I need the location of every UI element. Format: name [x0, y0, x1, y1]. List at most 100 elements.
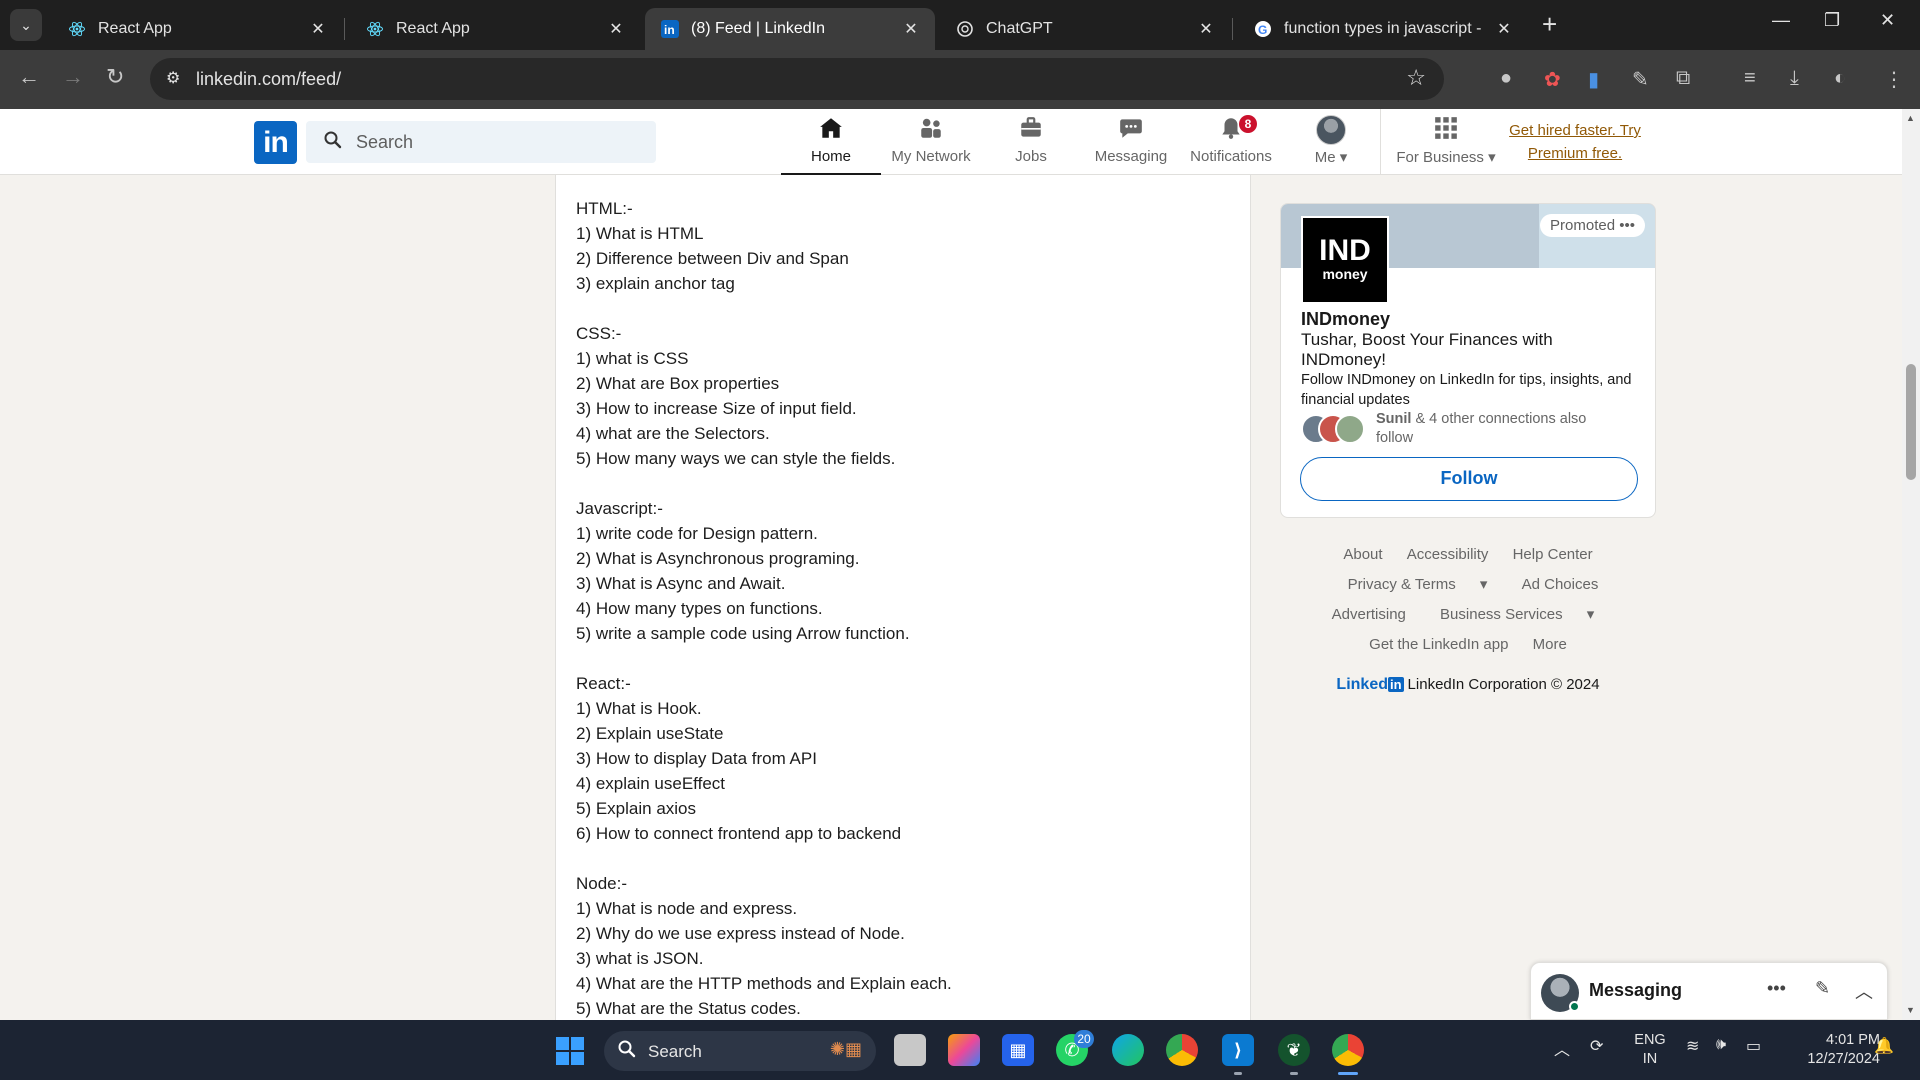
nav-messaging[interactable]: Messaging: [1081, 115, 1181, 175]
back-button[interactable]: ←: [18, 64, 40, 90]
restore-icon: ❐: [1824, 10, 1841, 30]
chrome-icon[interactable]: [1166, 1034, 1198, 1066]
profile-avatar-icon[interactable]: ◐: [1834, 67, 1846, 90]
footer-link-privacy-terms[interactable]: Privacy & Terms ▾: [1338, 576, 1498, 593]
edge-icon[interactable]: [1112, 1034, 1144, 1066]
browser-tab[interactable]: React App ✕: [52, 8, 342, 50]
url-text[interactable]: linkedin.com/feed/: [196, 69, 341, 90]
new-tab-button[interactable]: +: [1542, 11, 1557, 37]
follow-button[interactable]: Follow: [1300, 457, 1638, 501]
site-settings-icon[interactable]: ⚙: [166, 68, 180, 88]
download-icon[interactable]: ⤓: [1790, 67, 1799, 90]
reading-list-icon[interactable]: ≡: [1744, 67, 1756, 90]
footer-link-accessibility[interactable]: Accessibility: [1407, 546, 1489, 563]
chevron-up-icon[interactable]: ︿: [1855, 978, 1873, 1004]
close-icon[interactable]: ✕: [901, 19, 921, 39]
color-extension-icon[interactable]: ✿: [1544, 67, 1561, 92]
task-view-icon[interactable]: [894, 1034, 926, 1066]
more-options-icon[interactable]: •••: [1767, 978, 1786, 999]
scrollbar-thumb[interactable]: [1906, 364, 1916, 480]
nav-notifications[interactable]: 8 Notifications: [1181, 115, 1281, 175]
browser-tab-active[interactable]: in (8) Feed | LinkedIn ✕: [645, 8, 935, 50]
post-text: HTML:- 1) What is HTML 2) Difference betwe…: [576, 196, 1216, 1021]
messaging-overlay[interactable]: Messaging ••• ✎ ︿: [1530, 962, 1888, 1020]
chrome-profile-icon[interactable]: [1332, 1034, 1364, 1066]
windows-start-button[interactable]: [556, 1037, 584, 1065]
browser-tab[interactable]: React App ✕: [350, 8, 640, 50]
react-icon: [68, 20, 86, 38]
taskbar-search[interactable]: Search ✺▦: [604, 1031, 876, 1071]
indmoney-logo[interactable]: IND money: [1301, 216, 1389, 304]
arrow-left-icon: ←: [18, 64, 40, 89]
browser-tab[interactable]: G function types in javascript - Go ✕: [1238, 8, 1528, 50]
close-icon[interactable]: ✕: [1196, 19, 1216, 39]
search-input[interactable]: Search: [306, 121, 656, 163]
footer-link-ad-choices[interactable]: Ad Choices: [1522, 576, 1599, 593]
premium-upsell-link[interactable]: Get hired faster. Try Premium free.: [1500, 119, 1650, 165]
post-line: 1) What is HTML: [576, 224, 704, 243]
forward-button[interactable]: →: [62, 64, 84, 90]
close-icon[interactable]: ✕: [308, 19, 328, 39]
linkedin-logo[interactable]: in: [254, 121, 297, 164]
nav-for-business[interactable]: For Business ▾: [1396, 115, 1496, 175]
scroll-down-arrow-icon[interactable]: ▼: [1906, 1005, 1915, 1015]
taskbar-search-label: Search: [648, 1042, 702, 1061]
close-icon[interactable]: ✕: [606, 19, 626, 39]
footer-link-advertising[interactable]: Advertising: [1332, 606, 1406, 623]
tab-search-button[interactable]: ⌄: [10, 9, 42, 41]
footer-link-about[interactable]: About: [1343, 546, 1382, 563]
caret-down-icon: ▾: [1586, 606, 1595, 623]
plus-icon: +: [1542, 9, 1558, 39]
volume-icon[interactable]: 🕪: [1716, 1036, 1726, 1054]
wifi-icon[interactable]: ≋: [1686, 1036, 1699, 1056]
docs-extension-icon[interactable]: ▮: [1588, 67, 1599, 92]
eyedropper-icon[interactable]: ✎: [1632, 67, 1649, 92]
footer-link-get-app[interactable]: Get the LinkedIn app: [1369, 636, 1508, 653]
mongodb-icon[interactable]: ❦: [1278, 1034, 1310, 1066]
extension-icon[interactable]: ●: [1500, 67, 1512, 90]
vscode-icon[interactable]: ⟩: [1222, 1034, 1254, 1066]
ad-company-name[interactable]: INDmoney: [1301, 309, 1390, 330]
footer-link-help-center[interactable]: Help Center: [1513, 546, 1593, 563]
nav-label: My Network: [891, 148, 971, 165]
nav-jobs[interactable]: Jobs: [981, 115, 1081, 175]
language-indicator[interactable]: ENG IN: [1628, 1031, 1672, 1069]
footer-links: About Accessibility Help Center Privacy …: [1280, 540, 1656, 660]
battery-icon[interactable]: ▭: [1746, 1036, 1761, 1056]
minimize-icon: —: [1772, 10, 1790, 30]
address-bar[interactable]: ⚙ linkedin.com/feed/ ☆: [150, 58, 1444, 100]
footer-link-more[interactable]: More: [1533, 636, 1567, 653]
extensions-puzzle-icon[interactable]: ⧉: [1676, 67, 1690, 90]
running-indicator: [1234, 1072, 1242, 1075]
close-window-button[interactable]: ✕: [1880, 10, 1895, 31]
chevron-up-icon[interactable]: ︿: [1554, 1036, 1570, 1060]
minimize-button[interactable]: —: [1772, 10, 1790, 31]
compose-icon[interactable]: ✎: [1815, 978, 1830, 999]
running-indicator: [1290, 1072, 1298, 1075]
nav-me[interactable]: Me ▾: [1281, 115, 1381, 175]
copilot-icon[interactable]: [948, 1034, 980, 1066]
sync-icon[interactable]: ⟳: [1590, 1036, 1603, 1056]
post-line: Node:-: [576, 874, 628, 893]
close-icon[interactable]: ✕: [1494, 19, 1514, 39]
store-icon[interactable]: ▦: [1002, 1034, 1034, 1066]
page-scrollbar[interactable]: ▲ ▼: [1902, 109, 1920, 1020]
restore-button[interactable]: ❐: [1824, 10, 1840, 31]
nav-home[interactable]: Home: [781, 115, 881, 175]
reload-icon: ↻: [106, 64, 125, 89]
post-line: React:-: [576, 674, 631, 693]
chatgpt-icon: [956, 20, 974, 38]
bookmark-star-icon[interactable]: ☆: [1406, 65, 1426, 91]
post-line: 4) explain useEffect: [576, 774, 725, 793]
reload-button[interactable]: ↻: [106, 64, 124, 90]
clock[interactable]: 4:01 PM 12/27/2024: [1780, 1031, 1880, 1069]
scroll-up-arrow-icon[interactable]: ▲: [1906, 113, 1915, 123]
notification-bell-icon[interactable]: 🔔: [1874, 1036, 1894, 1056]
nav-my-network[interactable]: My Network: [881, 115, 981, 175]
browser-menu-icon[interactable]: ⋮: [1884, 67, 1904, 92]
browser-tab[interactable]: ChatGPT ✕: [940, 8, 1230, 50]
chat-bubble-icon: [1081, 115, 1181, 145]
footer-link-business-services[interactable]: Business Services ▾: [1430, 606, 1604, 623]
promoted-label[interactable]: Promoted •••: [1540, 214, 1645, 237]
